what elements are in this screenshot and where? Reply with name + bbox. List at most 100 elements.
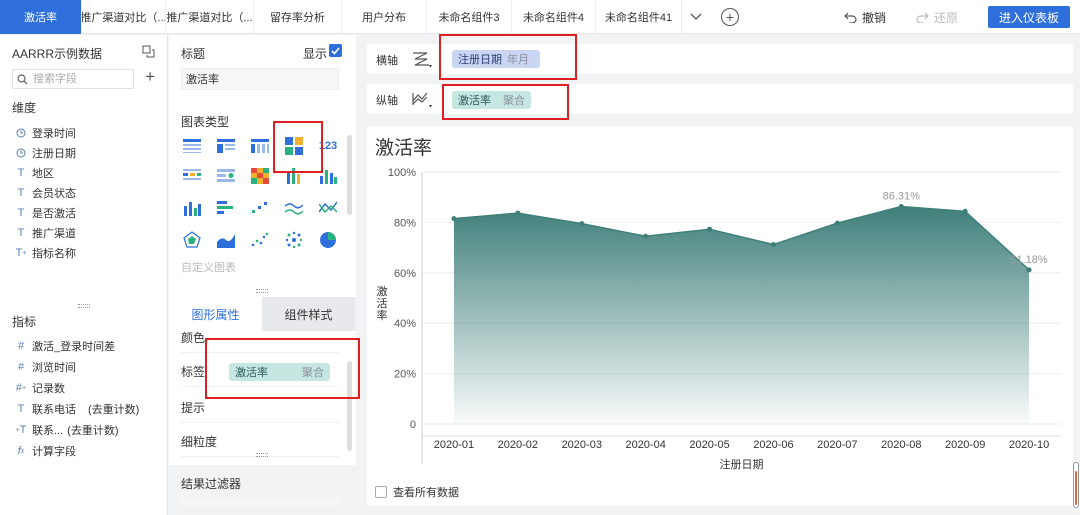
page-scrollbar[interactable] xyxy=(1073,462,1079,508)
data-point xyxy=(579,221,585,227)
highlight-x-axis xyxy=(439,34,577,80)
dimension-field[interactable]: T + 指标名称 xyxy=(14,245,76,261)
chart-type-scrollbar[interactable] xyxy=(347,135,352,215)
tab-component-style[interactable]: 组件样式 xyxy=(262,297,355,331)
measure-field[interactable]: T 联系电话 (去重计数) xyxy=(14,401,140,417)
tab-channel-compare-2[interactable]: 推广渠道对比（... xyxy=(166,0,254,34)
prop-color-label: 颜色 xyxy=(181,331,206,345)
dimension-field[interactable]: T 会员状态 xyxy=(14,185,76,201)
chart-type-radar-icon[interactable] xyxy=(181,229,203,251)
tab-overflow-chevron-icon[interactable] xyxy=(682,0,710,34)
dimension-field[interactable]: 登录时间 xyxy=(14,125,76,141)
see-all-label: 查看所有数据 xyxy=(393,487,459,499)
area-chart[interactable]: 0 20% 40% 60% 80% 100% 86.31% 61.18% 2020-01 2020… xyxy=(367,126,1073,476)
custom-chart-link[interactable]: 自定义图表 xyxy=(181,259,236,275)
field-label: 会员状态 xyxy=(32,188,76,200)
tab-unnamed-3[interactable]: 未命名组件3 xyxy=(427,0,512,34)
x-tick-label: 2020-01 xyxy=(434,439,474,451)
chart-type-table-icon[interactable] xyxy=(181,135,203,157)
field-label: 是否激活 xyxy=(32,208,76,220)
measure-field[interactable]: # + 记录数 xyxy=(14,380,65,396)
number-type-icon: # xyxy=(17,361,25,373)
undo-label: 撤销 xyxy=(861,10,886,25)
chart-type-color-table-icon[interactable] xyxy=(215,165,237,187)
tab-user-distribution[interactable]: 用户分布 xyxy=(342,0,427,34)
x-axis-type-icon[interactable] xyxy=(411,49,433,72)
measure-field[interactable]: # 激活_登录时间差 xyxy=(14,338,115,354)
chart-type-scatter-icon[interactable] xyxy=(249,197,271,219)
redo-button[interactable]: 还原 xyxy=(916,9,958,26)
field-label: 推广渠道 xyxy=(32,228,76,240)
measure-field[interactable]: # 浏览时间 xyxy=(14,359,76,375)
data-point xyxy=(707,226,713,232)
undo-button[interactable]: 撤销 xyxy=(844,9,886,26)
show-title-checkbox[interactable] xyxy=(329,44,342,57)
chart-type-area-icon[interactable] xyxy=(215,229,237,251)
dimension-field[interactable]: T 是否激活 xyxy=(14,205,76,221)
chart-type-grouped-table-icon[interactable] xyxy=(215,135,237,157)
text-type-icon: T xyxy=(17,167,25,179)
prop-tooltip-label: 提示 xyxy=(181,401,206,415)
title-input[interactable]: 激活率 xyxy=(181,68,339,90)
chart-type-bubble-icon[interactable] xyxy=(283,229,305,251)
data-point xyxy=(770,242,776,248)
tab-retention-analysis[interactable]: 留存率分析 xyxy=(254,0,342,34)
result-filter-dropzone[interactable] xyxy=(181,498,341,506)
enter-dashboard-button[interactable]: 进入仪表板 xyxy=(988,6,1070,28)
resize-grip[interactable] xyxy=(78,304,90,308)
data-point xyxy=(1026,267,1032,273)
measure-field[interactable]: fx 计算字段 xyxy=(14,443,76,459)
chart-type-radar-line-icon[interactable] xyxy=(317,197,339,219)
y-axis-type-icon[interactable] xyxy=(411,89,433,112)
resize-grip[interactable] xyxy=(256,289,268,293)
tab-activation-rate[interactable]: 激活率 xyxy=(0,0,82,34)
chart-type-label: 图表类型 xyxy=(181,115,230,129)
data-point xyxy=(898,203,904,209)
x-tick-label: 2020-08 xyxy=(881,439,921,451)
tab-unnamed-41[interactable]: 未命名组件41 xyxy=(596,0,682,34)
x-tick-label: 2020-09 xyxy=(945,439,985,451)
field-label: 地区 xyxy=(32,168,54,180)
field-label: 浏览时间 xyxy=(32,362,76,374)
chart-type-pie-icon[interactable] xyxy=(317,229,339,251)
field-search-input[interactable] xyxy=(33,73,123,85)
property-tabs: 图形属性 组件样式 xyxy=(169,297,356,331)
field-search[interactable] xyxy=(12,69,134,89)
chart-type-text-table-icon[interactable] xyxy=(181,165,203,187)
y-axis-label: 纵轴 xyxy=(376,95,398,107)
tab-unnamed-4[interactable]: 未命名组件4 xyxy=(512,0,596,34)
field-label: 记录数 xyxy=(32,383,65,395)
see-all-data-toggle[interactable]: 查看所有数据 xyxy=(375,484,459,500)
measure-header: 指标 xyxy=(12,315,37,329)
dimension-field[interactable]: T 推广渠道 xyxy=(14,225,76,241)
chart-type-line-icon[interactable] xyxy=(283,197,305,219)
dimension-header: 维度 xyxy=(12,101,37,115)
chart-type-column-icon[interactable] xyxy=(181,197,203,219)
dimension-field[interactable]: 注册日期 xyxy=(14,145,76,161)
chart-type-cross-table-icon[interactable] xyxy=(249,135,271,157)
chart-type-heatmap-icon[interactable] xyxy=(249,165,271,187)
x-axis-label: 横轴 xyxy=(376,55,398,67)
dimension-field[interactable]: T 地区 xyxy=(14,165,54,181)
y-tick-label: 40% xyxy=(394,318,416,330)
y-tick-label: 0 xyxy=(410,419,416,431)
add-tab-button[interactable]: + xyxy=(710,0,750,34)
x-tick-label: 2020-02 xyxy=(498,439,538,451)
text-type-icon: T xyxy=(17,207,25,219)
field-label: 联系... xyxy=(32,425,64,437)
data-point xyxy=(643,233,649,239)
y-axis-title-char: 激 xyxy=(377,284,388,298)
add-field-button[interactable]: + xyxy=(145,68,155,85)
switch-dataset-icon[interactable] xyxy=(142,45,155,61)
resize-grip[interactable] xyxy=(256,453,268,457)
chart-type-horizontal-bar-icon[interactable] xyxy=(215,197,237,219)
config-panel: 标题 显示 激活率 图表类型 123 自定义图表 图形属性 组件样式 颜色 标签… xyxy=(169,35,356,515)
measure-field[interactable]: + T 联系... (去重计数) xyxy=(14,422,119,438)
number-type-icon: # xyxy=(17,340,25,352)
y-tick-label: 100% xyxy=(388,167,416,179)
title-label: 标题 xyxy=(181,47,206,61)
chart-type-dot-icon[interactable] xyxy=(249,229,271,251)
tab-graph-properties[interactable]: 图形属性 xyxy=(169,297,262,331)
see-all-checkbox[interactable] xyxy=(375,486,387,498)
tab-channel-compare-1[interactable]: 推广渠道对比（... xyxy=(82,0,166,34)
